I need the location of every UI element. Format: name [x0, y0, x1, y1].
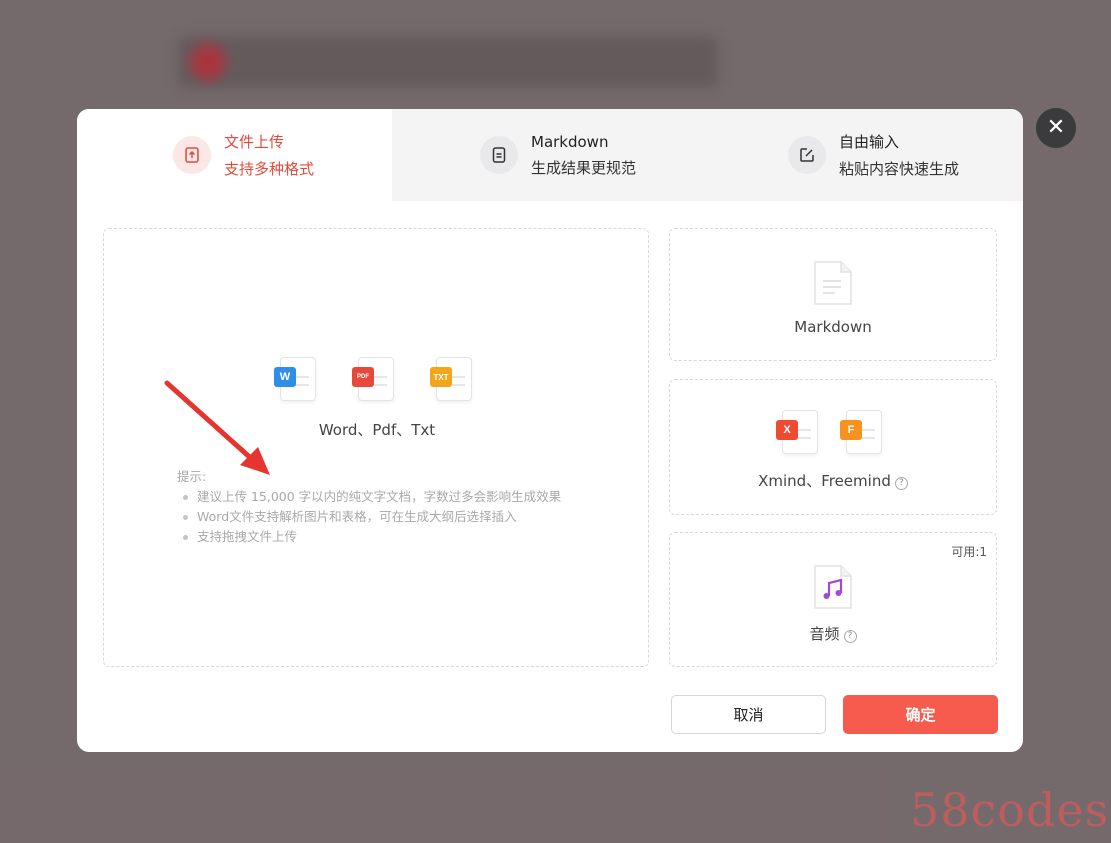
file-drop-zone[interactable]: W PDF TXT Word、Pdf、Txt 提示: 建议上传 15,000 字… [103, 228, 649, 667]
audio-card-label: 音频? [670, 623, 996, 644]
available-count: 可用:1 [951, 545, 987, 559]
help-icon[interactable]: ? [894, 476, 908, 490]
tips-title: 提示: [177, 469, 207, 484]
tab-subtitle: 支持多种格式 [224, 160, 315, 178]
tab-free-input[interactable]: 自由输入 粘贴内容快速生成 [700, 109, 1023, 201]
edit-icon [788, 136, 826, 174]
tip-item: 建议上传 15,000 字以内的纯文字文档，字数过多会影响生成效果 [183, 487, 561, 507]
tab-bar: 文件上传 支持多种格式 Markdown 生成结果更规范 自由输入 粘贴内容快速… [77, 109, 1023, 201]
upload-tips: 提示: 建议上传 15,000 字以内的纯文字文档，字数过多会影响生成效果 Wo… [177, 467, 561, 547]
watermark: 58codes [910, 783, 1110, 837]
xmind-file-icon: X [776, 410, 818, 456]
tab-title: 自由输入 [839, 133, 900, 151]
tab-title: Markdown [531, 132, 609, 151]
mindmap-label-text: Xmind、Freemind [758, 472, 891, 490]
supported-formats-label: Word、Pdf、Txt [318, 421, 436, 439]
mindmap-import-card[interactable]: X F Xmind、Freemind? [669, 379, 997, 515]
audio-import-card[interactable]: 可用:1 音频? [669, 532, 997, 667]
tip-item: Word文件支持解析图片和表格，可在生成大纲后选择插入 [183, 507, 561, 527]
audio-label-text: 音频 [809, 625, 840, 643]
cancel-button[interactable]: 取消 [671, 695, 826, 734]
freemind-file-icon: F [840, 410, 882, 456]
help-icon[interactable]: ? [843, 629, 857, 643]
tab-subtitle: 生成结果更规范 [531, 158, 637, 177]
audio-file-icon [814, 565, 852, 609]
pdf-file-icon: PDF [352, 357, 394, 403]
tab-title: 文件上传 [224, 133, 285, 151]
markdown-card-label: Markdown [794, 318, 872, 336]
upload-file-icon [173, 136, 211, 174]
tip-item: 支持拖拽文件上传 [183, 527, 561, 547]
mindmap-card-label: Xmind、Freemind? [670, 470, 996, 491]
import-dialog: 文件上传 支持多种格式 Markdown 生成结果更规范 自由输入 粘贴内容快速… [77, 109, 1023, 752]
close-button[interactable]: ✕ [1036, 108, 1076, 148]
tab-subtitle: 粘贴内容快速生成 [839, 160, 960, 178]
txt-file-icon: TXT [430, 357, 472, 403]
tab-markdown[interactable]: Markdown 生成结果更规范 [392, 109, 700, 201]
markdown-import-card[interactable]: Markdown [669, 228, 997, 361]
supported-file-icons: W PDF TXT [274, 357, 472, 403]
word-file-icon: W [274, 357, 316, 403]
markdown-file-icon [814, 261, 852, 305]
close-icon: ✕ [1046, 115, 1066, 140]
confirm-button[interactable]: 确定 [843, 695, 998, 734]
tab-file-upload[interactable]: 文件上传 支持多种格式 [77, 109, 392, 201]
document-icon [480, 136, 518, 174]
